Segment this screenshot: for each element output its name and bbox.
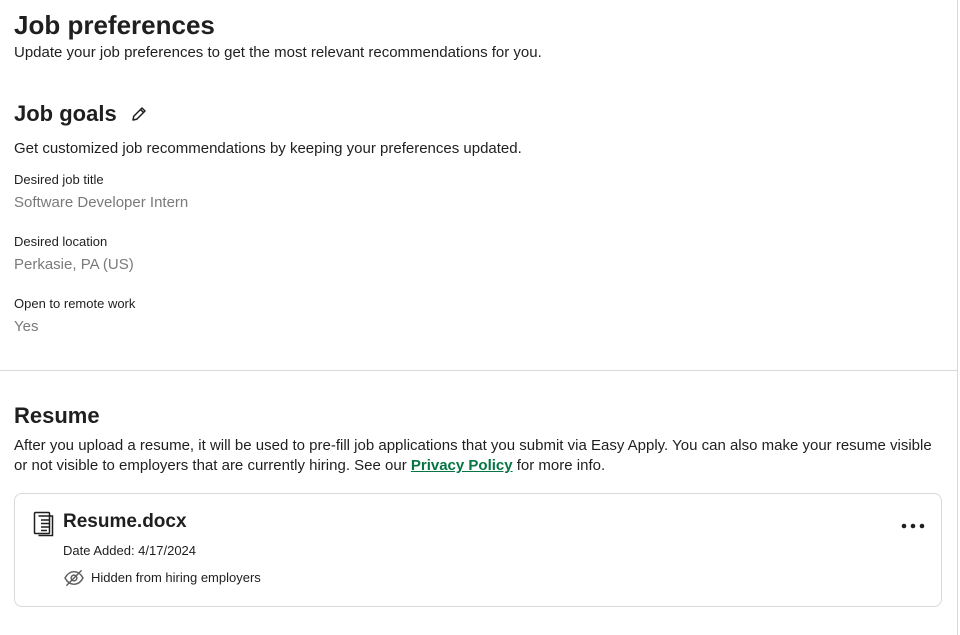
job-preferences-page: Job preferences Update your job preferen… xyxy=(0,0,958,635)
field-desired-location: Desired location Perkasie, PA (US) xyxy=(14,234,134,274)
resume-file-name[interactable]: Resume.docx xyxy=(63,510,187,534)
field-label: Desired location xyxy=(14,234,108,249)
field-label: Open to remote work xyxy=(14,296,136,311)
section-divider xyxy=(0,370,958,371)
job-preferences-section: Job preferences Update your job preferen… xyxy=(0,0,957,370)
job-goals-heading: Job goals xyxy=(14,100,151,128)
page-subtitle: Update your job preferences to get the m… xyxy=(14,44,542,61)
more-horizontal-icon xyxy=(901,523,925,529)
job-goals-title: Job goals xyxy=(14,101,117,126)
resume-more-options-button[interactable] xyxy=(899,514,927,538)
field-value: Perkasie, PA (US) xyxy=(14,256,134,273)
field-value: Software Developer Intern xyxy=(14,194,189,211)
eye-slash-icon xyxy=(64,570,84,586)
job-goals-description: Get customized job recommendations by ke… xyxy=(14,140,522,157)
field-open-to-remote: Open to remote work Yes xyxy=(14,296,135,336)
resume-visibility-text: Hidden from hiring employers xyxy=(91,570,261,585)
resume-description-text-end: for more info. xyxy=(512,457,606,474)
resume-card: Resume.docx Date Added: 4/17/2024 Hidden… xyxy=(14,493,942,607)
resume-description: After you upload a resume, it will be us… xyxy=(14,436,944,476)
field-value: Yes xyxy=(14,318,39,335)
field-label: Desired job title xyxy=(14,172,104,187)
resume-date-added: Date Added: 4/17/2024 xyxy=(63,543,197,558)
resume-visibility: Hidden from hiring employers xyxy=(63,568,261,588)
page-title: Job preferences xyxy=(14,10,215,40)
privacy-policy-link[interactable]: Privacy Policy xyxy=(411,457,513,474)
pencil-icon xyxy=(131,107,146,121)
document-icon xyxy=(33,511,54,537)
resume-title: Resume xyxy=(14,403,100,428)
edit-job-goals-button[interactable] xyxy=(127,102,151,126)
field-desired-job-title: Desired job title Software Developer Int… xyxy=(14,172,188,212)
